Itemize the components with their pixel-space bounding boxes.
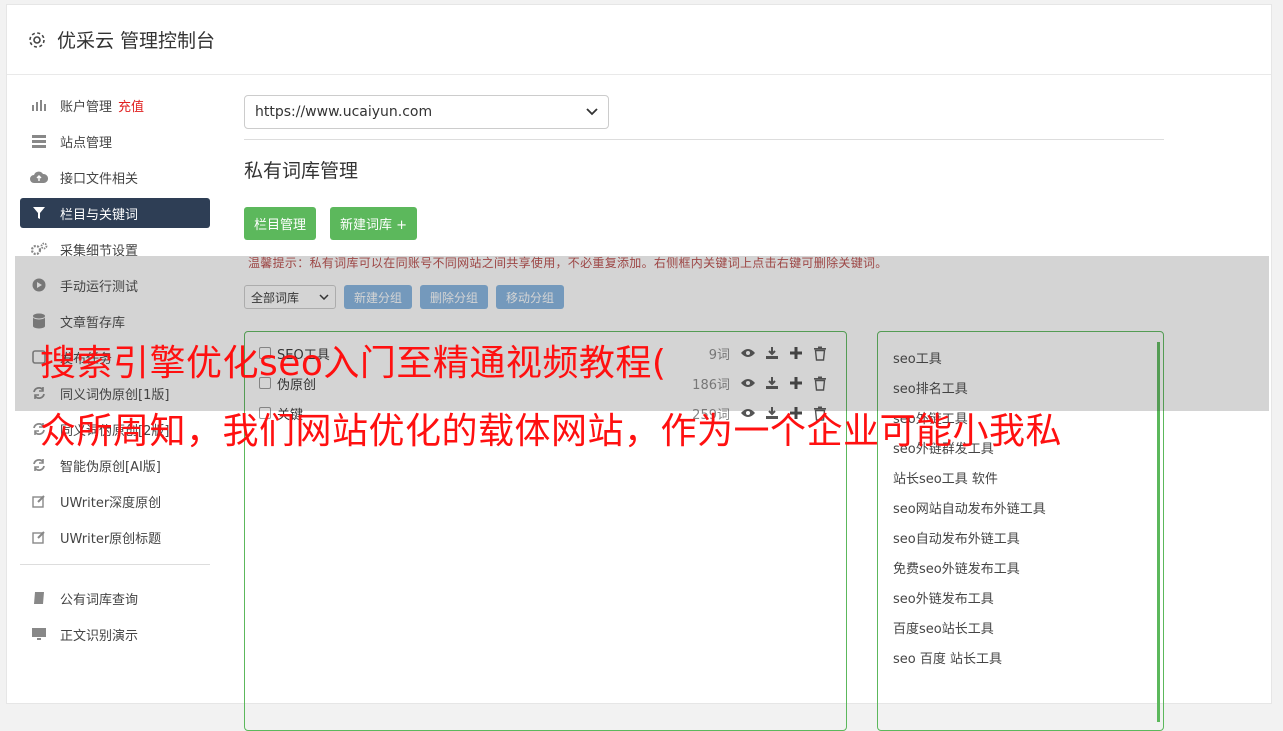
sidebar-item-2[interactable]: 接口文件相关	[20, 162, 210, 192]
sidebar-item-label: 账户管理	[60, 99, 113, 115]
sidebar-item-10[interactable]: 智能伪原创[AI版]	[20, 450, 210, 480]
sidebar-item-0[interactable]: 账户管理 充值	[20, 90, 210, 120]
gear-icon	[29, 31, 45, 48]
sidebar-item-label: UWriter深度原创	[60, 495, 162, 511]
app-title: 优采云 管理控制台	[57, 30, 216, 52]
gears-icon	[30, 241, 48, 257]
sidebar-item-3[interactable]: 栏目与关键词	[20, 198, 210, 228]
keyword-item[interactable]: seo外链发布工具	[878, 582, 1163, 612]
sidebar-item-label: 公有词库查询	[60, 592, 139, 608]
keyword-item[interactable]: 免费seo外链发布工具	[878, 552, 1163, 582]
sidebar-item-label: 接口文件相关	[60, 171, 139, 187]
site-select[interactable]: https://www.ucaiyun.com	[244, 95, 609, 129]
sidebar-item-label: 站点管理	[60, 135, 113, 151]
site-select-value: https://www.ucaiyun.com	[255, 104, 433, 120]
bar-chart-icon	[30, 97, 48, 113]
edit-icon	[30, 529, 48, 545]
keyword-item[interactable]: seo自动发布外链工具	[878, 522, 1163, 552]
divider	[244, 139, 1164, 140]
recharge-link[interactable]: 充值	[118, 96, 144, 115]
overlay-line-1: 搜索引擎优化seo入门至精通视频教程(	[40, 343, 667, 384]
keyword-item[interactable]: seo 百度 站长工具	[878, 642, 1163, 672]
keyword-item[interactable]: seo网站自动发布外链工具	[878, 492, 1163, 522]
monitor-icon	[30, 626, 48, 642]
keyword-item[interactable]: 站长seo工具 软件	[878, 462, 1163, 492]
chevron-down-icon	[586, 108, 598, 116]
keyword-item[interactable]: 百度seo站长工具	[878, 612, 1163, 642]
new-library-button[interactable]: 新建词库 +	[330, 207, 418, 240]
overlay-line-2: 众所周知，我们网站优化的载体网站，作为一个企业可能小我私	[40, 411, 1063, 452]
sidebar-item-1[interactable]: 站点管理	[20, 126, 210, 156]
sidebar-item-b0[interactable]: 公有词库查询	[20, 583, 210, 613]
columns-button[interactable]: 栏目管理	[244, 207, 317, 240]
sidebar-item-11[interactable]: UWriter深度原创	[20, 486, 210, 516]
sidebar-divider	[20, 564, 210, 565]
edit-icon	[30, 493, 48, 509]
header: 优采云 管理控制台	[7, 5, 1271, 75]
sidebar-item-b1[interactable]: 正文识别演示	[20, 619, 210, 649]
server-icon	[30, 133, 48, 149]
sidebar-item-label: 正文识别演示	[60, 628, 139, 644]
filter-icon	[30, 205, 48, 221]
refresh-icon	[30, 457, 48, 473]
sidebar-item-label: 智能伪原创[AI版]	[60, 459, 161, 475]
sidebar-item-12[interactable]: UWriter原创标题	[20, 522, 210, 552]
sidebar-item-label: UWriter原创标题	[60, 531, 162, 547]
page-title: 私有词库管理	[244, 160, 359, 182]
cloud-upload-icon	[30, 169, 48, 185]
sidebar-item-label: 栏目与关键词	[60, 207, 139, 223]
book-icon	[30, 590, 48, 606]
